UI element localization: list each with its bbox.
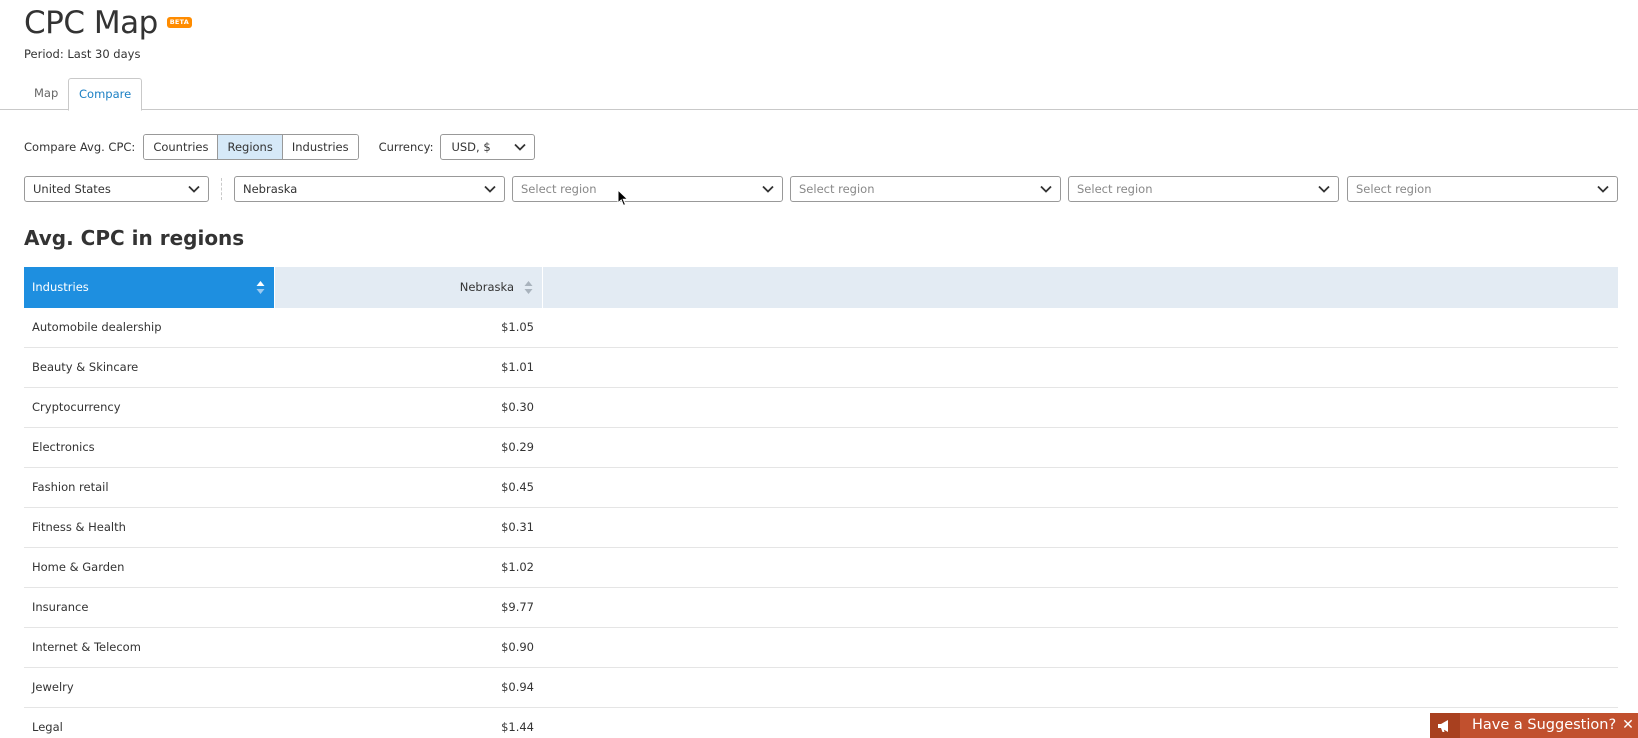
- table-row: Electronics $0.29: [24, 428, 1618, 468]
- cpc-table: Industries Nebraska Automobile dealershi…: [24, 267, 1618, 738]
- table-body: Automobile dealership $1.05 Beauty & Skinc…: [24, 308, 1618, 738]
- chevron-down-icon: [1318, 185, 1330, 193]
- chevron-down-icon: [1597, 185, 1609, 193]
- cpc-value-cell: $1.01: [501, 360, 534, 374]
- cpc-value-cell: $0.29: [501, 440, 534, 454]
- table-row: Cryptocurrency $0.30: [24, 388, 1618, 428]
- empty-cell: [542, 428, 1618, 467]
- empty-cell: [542, 508, 1618, 547]
- industry-cell: Beauty & Skincare: [32, 360, 139, 374]
- table-row: Beauty & Skincare $1.01: [24, 348, 1618, 388]
- region-select-4[interactable]: Select region: [1068, 176, 1339, 202]
- industry-cell: Jewelry: [32, 680, 74, 694]
- suggestion-widget[interactable]: Have a Suggestion? ✕: [1430, 713, 1638, 738]
- selector-divider: [221, 178, 222, 200]
- industry-cell: Cryptocurrency: [32, 400, 121, 414]
- currency-select[interactable]: USD, $: [440, 134, 536, 160]
- chevron-down-icon: [762, 185, 774, 193]
- table-row: Jewelry $0.94: [24, 668, 1618, 708]
- empty-cell: [542, 628, 1618, 667]
- column-header-industries[interactable]: Industries: [24, 267, 274, 308]
- page-title: CPC Map: [24, 5, 158, 41]
- region-select-2-placeholder: Select region: [521, 182, 597, 196]
- industry-cell: Internet & Telecom: [32, 640, 141, 654]
- chevron-down-icon: [188, 185, 200, 193]
- sort-icon: [256, 281, 265, 294]
- table-row: Fitness & Health $0.31: [24, 508, 1618, 548]
- region-select-1[interactable]: Nebraska: [234, 176, 505, 202]
- cpc-value-cell: $9.77: [501, 600, 534, 614]
- industry-cell: Home & Garden: [32, 560, 125, 574]
- cpc-value-cell: $0.30: [501, 400, 534, 414]
- empty-cell: [542, 348, 1618, 387]
- beta-badge: BETA: [166, 17, 192, 28]
- cpc-value-cell: $0.31: [501, 520, 534, 534]
- table-row: Internet & Telecom $0.90: [24, 628, 1618, 668]
- column-header-region[interactable]: Nebraska: [274, 267, 542, 308]
- currency-label: Currency:: [378, 140, 434, 154]
- country-select[interactable]: United States: [24, 176, 209, 202]
- table-row: Home & Garden $1.02: [24, 548, 1618, 588]
- tab-compare[interactable]: Compare: [68, 78, 143, 111]
- region-select-1-value: Nebraska: [243, 182, 298, 196]
- empty-cell: [542, 388, 1618, 427]
- table-row: Automobile dealership $1.05: [24, 308, 1618, 348]
- empty-cell: [542, 308, 1618, 347]
- chevron-down-icon: [514, 143, 527, 151]
- currency-value: USD, $: [451, 140, 491, 154]
- industry-cell: Electronics: [32, 440, 95, 454]
- cpc-value-cell: $1.05: [501, 320, 534, 334]
- chevron-down-icon: [484, 185, 496, 193]
- cpc-value-cell: $1.44: [501, 720, 534, 734]
- cpc-value-cell: $1.02: [501, 560, 534, 574]
- empty-cell: [542, 588, 1618, 627]
- industry-cell: Insurance: [32, 600, 89, 614]
- cpc-value-cell: $0.94: [501, 680, 534, 694]
- tab-bar: Map Compare: [0, 78, 1638, 111]
- country-select-value: United States: [33, 182, 111, 196]
- compare-segmented-control: Countries Regions Industries: [143, 134, 359, 160]
- countries-button[interactable]: Countries: [144, 135, 219, 159]
- column-header-label: Industries: [32, 280, 89, 294]
- industry-cell: Fashion retail: [32, 480, 109, 494]
- empty-cell: [542, 548, 1618, 587]
- region-select-2[interactable]: Select region: [512, 176, 783, 202]
- sort-icon: [524, 281, 533, 294]
- page-header: CPC Map BETA: [24, 4, 192, 42]
- suggestion-label: Have a Suggestion?: [1472, 717, 1617, 733]
- industry-cell: Legal: [32, 720, 63, 734]
- cpc-value-cell: $0.90: [501, 640, 534, 654]
- column-header-empty: [542, 267, 1618, 308]
- table-row: Fashion retail $0.45: [24, 468, 1618, 508]
- empty-cell: [542, 668, 1618, 707]
- regions-button[interactable]: Regions: [218, 135, 283, 159]
- compare-controls: Compare Avg. CPC: Countries Regions Indu…: [24, 134, 536, 160]
- cpc-value-cell: $0.45: [501, 480, 534, 494]
- mouse-cursor-icon: [617, 189, 629, 207]
- section-title: Avg. CPC in regions: [24, 226, 245, 250]
- compare-label: Compare Avg. CPC:: [24, 140, 136, 154]
- table-row: Insurance $9.77: [24, 588, 1618, 628]
- tab-map[interactable]: Map: [24, 78, 68, 110]
- region-select-3[interactable]: Select region: [790, 176, 1061, 202]
- period-label: Period: Last 30 days: [24, 47, 141, 61]
- region-select-3-placeholder: Select region: [799, 182, 875, 196]
- megaphone-icon: [1430, 713, 1460, 738]
- industry-cell: Automobile dealership: [32, 320, 162, 334]
- region-select-4-placeholder: Select region: [1077, 182, 1153, 196]
- region-select-5-placeholder: Select region: [1356, 182, 1432, 196]
- industry-cell: Fitness & Health: [32, 520, 126, 534]
- industries-button[interactable]: Industries: [282, 135, 358, 159]
- close-icon[interactable]: ✕: [1618, 713, 1638, 738]
- table-row: Legal $1.44: [24, 708, 1618, 738]
- region-select-5[interactable]: Select region: [1347, 176, 1618, 202]
- empty-cell: [542, 468, 1618, 507]
- table-header: Industries Nebraska: [24, 267, 1618, 308]
- column-header-label: Nebraska: [459, 280, 514, 294]
- chevron-down-icon: [1040, 185, 1052, 193]
